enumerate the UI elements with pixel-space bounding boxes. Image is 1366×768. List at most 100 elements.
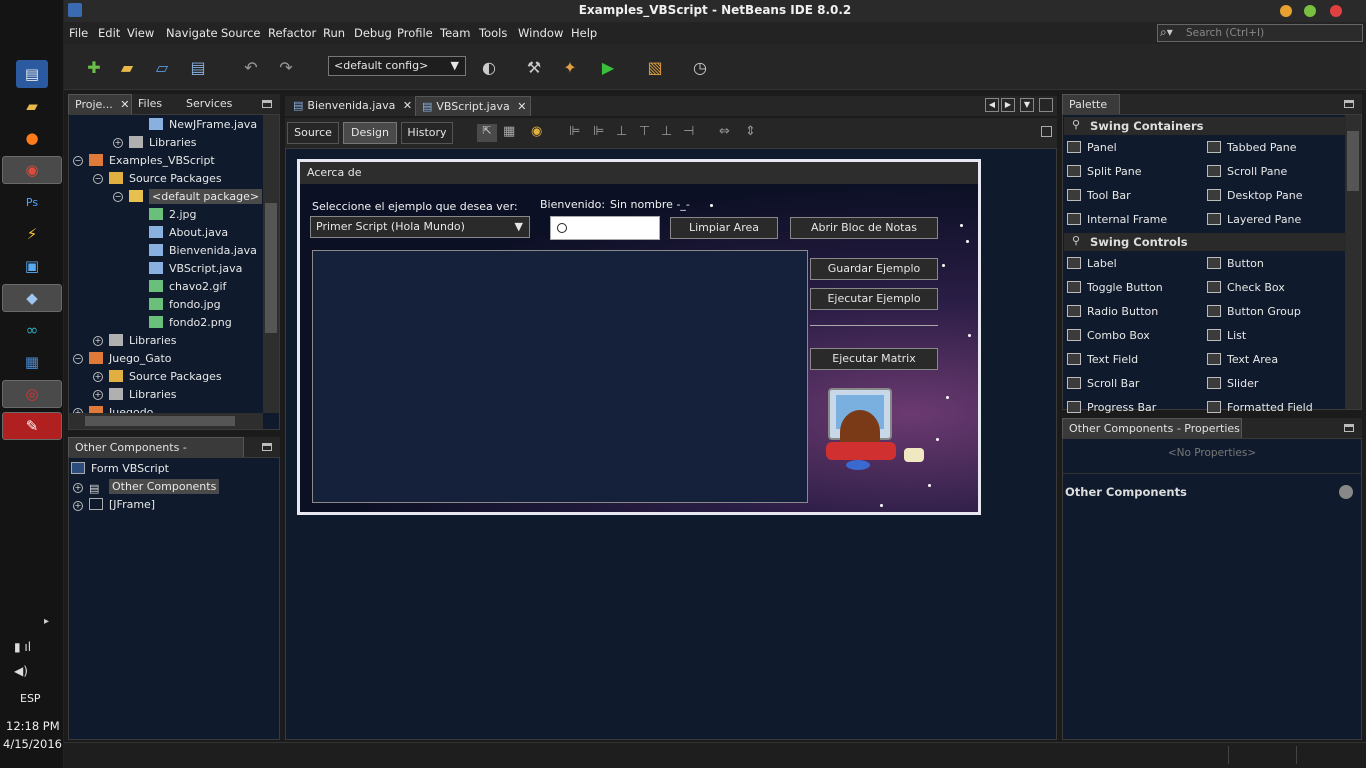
- tab-files[interactable]: Files: [132, 94, 180, 114]
- vertical-scrollbar[interactable]: [263, 115, 279, 413]
- debug-icon[interactable]: ▧: [643, 56, 667, 78]
- arduino-icon[interactable]: ∞: [16, 316, 48, 344]
- palette-item-list[interactable]: List: [1207, 328, 1246, 344]
- resize-vertical-icon[interactable]: ⇕: [745, 124, 756, 139]
- save-all-icon[interactable]: ▤: [186, 56, 210, 78]
- align-bottom-icon[interactable]: ⊥: [661, 124, 672, 139]
- minimize-icon[interactable]: [262, 443, 272, 451]
- menu-run[interactable]: Run: [323, 26, 345, 40]
- nav-jframe[interactable]: [JFrame]: [89, 496, 155, 514]
- tree-item[interactable]: Source Packages: [109, 368, 222, 386]
- scrollbar-thumb[interactable]: [1347, 131, 1359, 191]
- history-view-button[interactable]: History: [401, 122, 453, 144]
- run-example-button[interactable]: Ejecutar Ejemplo: [810, 288, 938, 310]
- expand-icon[interactable]: −: [73, 156, 83, 166]
- nav-form-item[interactable]: Form VBScript: [71, 460, 169, 478]
- help-icon[interactable]: [1339, 485, 1353, 499]
- center-horizontal-icon[interactable]: ⊥: [616, 124, 627, 139]
- clock-date[interactable]: 4/15/2016: [3, 737, 62, 751]
- code-text-area[interactable]: [312, 250, 808, 503]
- menu-window[interactable]: Window: [518, 26, 563, 40]
- config-select[interactable]: <default config> ▼: [328, 56, 466, 76]
- media-icon[interactable]: ◎: [2, 380, 62, 408]
- palette-item-panel[interactable]: Panel: [1067, 140, 1117, 156]
- tree-item[interactable]: Libraries: [129, 134, 197, 152]
- run-icon[interactable]: ▶: [596, 56, 620, 78]
- globe-icon[interactable]: ◐: [477, 56, 501, 78]
- netbeans-icon[interactable]: ◆: [2, 284, 62, 312]
- battery-signal-icon[interactable]: ▮ ıl: [14, 640, 31, 654]
- lightning-icon[interactable]: ⚡: [16, 220, 48, 248]
- example-combo[interactable]: Primer Script (Hola Mundo) ▼: [310, 216, 530, 238]
- tab-projects[interactable]: Proje... ✕: [68, 94, 132, 114]
- palette-item-button[interactable]: Button: [1207, 256, 1264, 272]
- menu-edit[interactable]: Edit: [98, 26, 120, 40]
- palette-item-scroll-pane[interactable]: Scroll Pane: [1207, 164, 1287, 180]
- palette-item-layered-pane[interactable]: Layered Pane: [1207, 212, 1301, 228]
- new-file-icon[interactable]: ✚: [82, 56, 106, 78]
- chevron-right-icon[interactable]: ▸: [44, 616, 49, 627]
- tree-item[interactable]: 2.jpg: [149, 206, 197, 224]
- palette-item-internal-frame[interactable]: Internal Frame: [1067, 212, 1167, 228]
- menu-source[interactable]: Source: [221, 26, 261, 40]
- clear-area-button[interactable]: Limpiar Area: [670, 217, 778, 239]
- folder-icon[interactable]: ▰: [16, 92, 48, 120]
- vertical-scrollbar[interactable]: [1345, 115, 1361, 409]
- palette-item-desktop-pane[interactable]: Desktop Pane: [1207, 188, 1302, 204]
- palette-item-progress-bar[interactable]: Progress Bar: [1067, 400, 1156, 416]
- tab-list-icon[interactable]: ▼: [1020, 98, 1034, 112]
- palette-section-swing-containers[interactable]: Swing Containers: [1064, 117, 1346, 135]
- menu-view[interactable]: View: [127, 26, 154, 40]
- chrome-icon[interactable]: ◉: [2, 156, 62, 184]
- expand-icon[interactable]: +: [93, 336, 103, 346]
- source-view-button[interactable]: Source: [287, 122, 339, 144]
- tree-item[interactable]: About.java: [149, 224, 228, 242]
- palette-section-swing-controls[interactable]: Swing Controls: [1064, 233, 1346, 251]
- tree-item[interactable]: chavo2.gif: [149, 278, 226, 296]
- palette-item-formatted-field[interactable]: Formatted Field: [1207, 400, 1313, 416]
- palette-item-button-group[interactable]: Button Group: [1207, 304, 1301, 320]
- scrollbar-thumb[interactable]: [85, 416, 235, 426]
- apple-icon[interactable]: [16, 12, 48, 40]
- tab-navigator[interactable]: Other Components - Navigator ✕: [68, 437, 244, 473]
- maximize-button[interactable]: [1304, 5, 1316, 17]
- open-notepad-button[interactable]: Abrir Bloc de Notas: [790, 217, 938, 239]
- window-icon[interactable]: ▣: [16, 252, 48, 280]
- expand-icon[interactable]: −: [93, 174, 103, 184]
- tab-bienvenida[interactable]: ▤ Bienvenida.java ✕: [287, 96, 413, 116]
- tree-item[interactable]: Source Packages: [109, 170, 222, 188]
- palette-item-text-field[interactable]: Text Field: [1067, 352, 1138, 368]
- tree-item[interactable]: Bienvenida.java: [149, 242, 257, 260]
- expand-icon[interactable]: −: [73, 354, 83, 364]
- maximize-icon[interactable]: [1039, 98, 1053, 112]
- expand-view-icon[interactable]: [1041, 126, 1052, 137]
- minimize-icon[interactable]: [262, 100, 272, 108]
- expand-icon[interactable]: +: [113, 138, 123, 148]
- redo-icon[interactable]: ↷: [274, 56, 298, 78]
- photoshop-icon[interactable]: Ps: [16, 188, 48, 216]
- horizontal-scrollbar[interactable]: [69, 413, 263, 429]
- close-icon[interactable]: ✕: [517, 100, 526, 113]
- tab-properties[interactable]: Other Components - Properties ✕: [1062, 418, 1242, 454]
- language-indicator[interactable]: ESP: [20, 692, 41, 705]
- tree-item[interactable]: Libraries: [109, 386, 177, 404]
- new-project-icon[interactable]: ▰: [115, 56, 139, 78]
- tree-item[interactable]: Libraries: [109, 332, 177, 350]
- center-vertical-icon[interactable]: ⊣: [683, 124, 694, 139]
- align-right-icon[interactable]: ⊫: [593, 124, 604, 139]
- selection-mode-icon[interactable]: ⇱: [477, 124, 497, 142]
- search-input[interactable]: Search (Ctrl+I): [1157, 24, 1363, 42]
- build-icon[interactable]: ⚒: [522, 56, 546, 78]
- menu-tools[interactable]: Tools: [479, 26, 507, 40]
- align-top-icon[interactable]: ⊤: [639, 124, 650, 139]
- app-icon[interactable]: ▦: [16, 348, 48, 376]
- firefox-icon[interactable]: ●: [16, 124, 48, 152]
- menu-help[interactable]: Help: [571, 26, 597, 40]
- palette-item-split-pane[interactable]: Split Pane: [1067, 164, 1142, 180]
- monitor-icon[interactable]: ▤: [16, 60, 48, 88]
- palette-item-slider[interactable]: Slider: [1207, 376, 1258, 392]
- tree-item[interactable]: NewJFrame.java: [149, 116, 257, 134]
- volume-icon[interactable]: ◀): [14, 664, 28, 678]
- preview-design-icon[interactable]: ◉: [531, 124, 542, 139]
- clean-build-icon[interactable]: ✦: [558, 56, 582, 78]
